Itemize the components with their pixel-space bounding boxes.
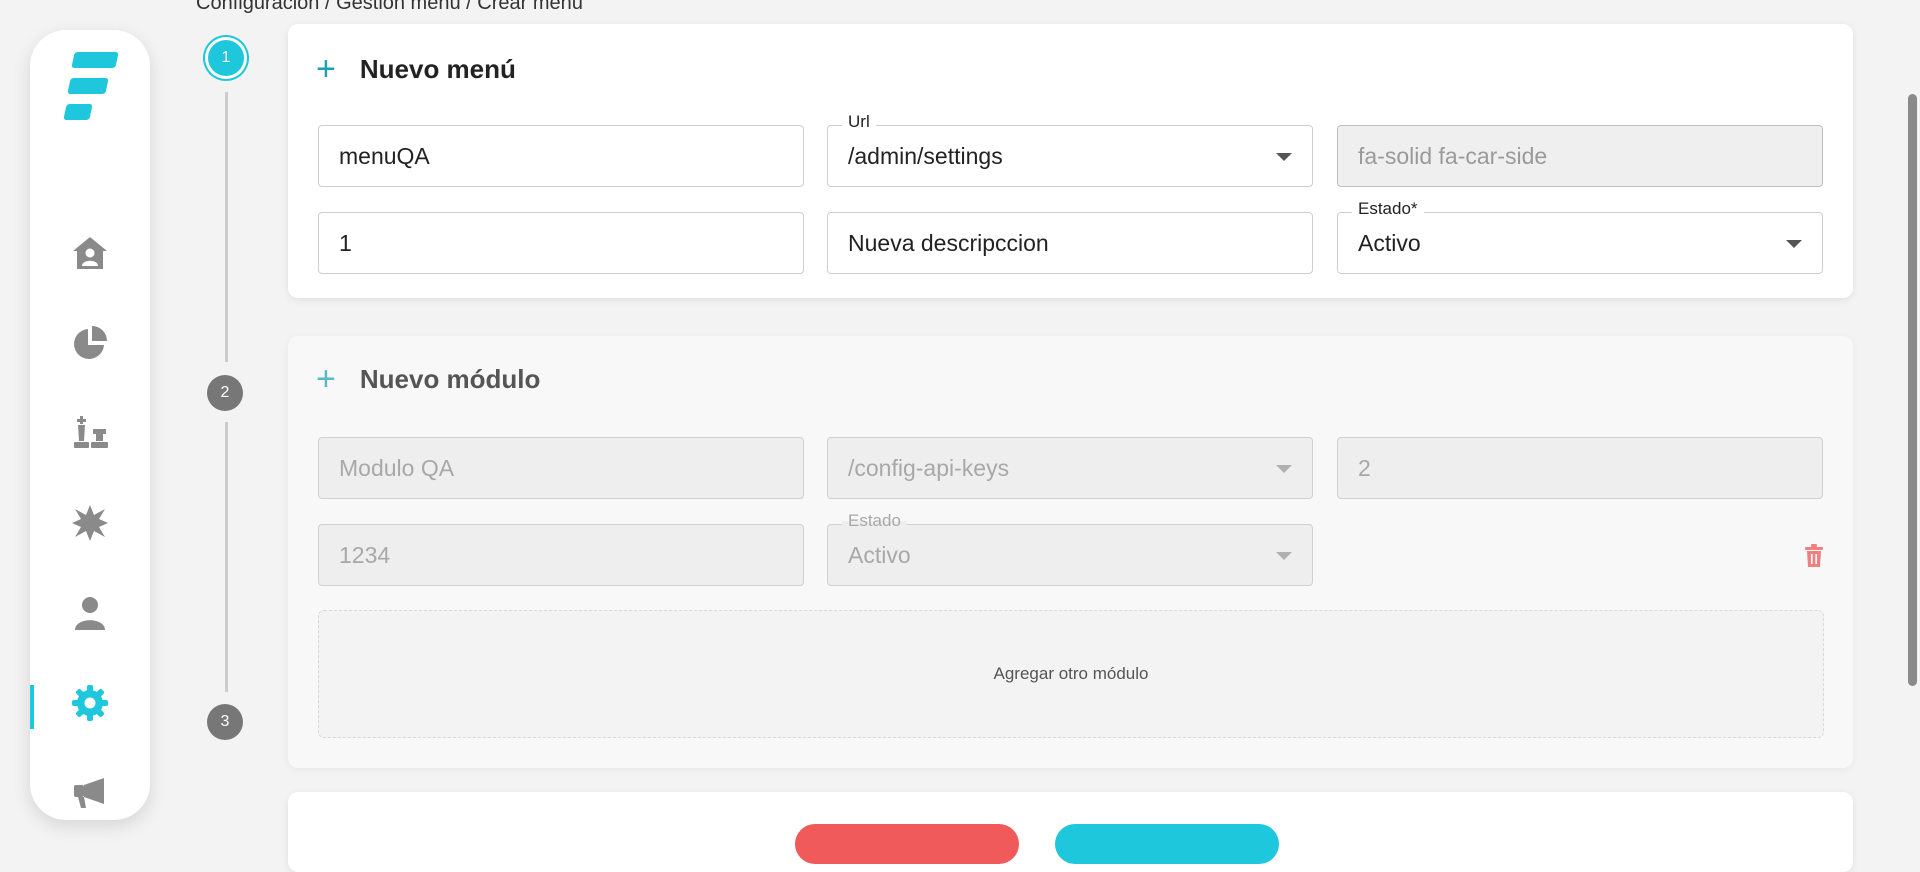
menu-order-value: 1 — [339, 229, 352, 256]
module-code-value: 1234 — [339, 541, 391, 568]
module-card: + Nuevo módulo Modulo QA /config-api-key… — [288, 336, 1853, 768]
sidebar-item-announcements[interactable] — [30, 763, 150, 823]
menu-icon-input[interactable]: fa-solid fa-car-side — [1337, 125, 1823, 187]
scrollbar[interactable] — [1906, 0, 1920, 834]
sidebar-item-settings[interactable] — [30, 673, 150, 733]
breadcrumb: Configuración / Gestión menú / Crear men… — [196, 0, 583, 14]
plus-icon[interactable]: + — [316, 52, 336, 86]
chevron-down-icon — [1276, 465, 1292, 473]
module-order-input[interactable]: 2 — [1337, 437, 1823, 499]
module-status-select[interactable]: Estado Activo — [827, 511, 1313, 586]
menu-url-select[interactable]: Url /admin/settings — [827, 112, 1313, 187]
menu-description-value: Nueva descripccion — [848, 229, 1049, 256]
menu-status-select[interactable]: Estado* Activo — [1337, 199, 1823, 274]
step-2-indicator: 2 — [207, 375, 243, 411]
sidebar-item-games[interactable] — [30, 403, 150, 463]
menu-card-title: Nuevo menú — [359, 53, 516, 84]
step-connector — [225, 422, 228, 692]
chevron-down-icon — [1786, 240, 1802, 248]
sidebar-item-features[interactable] — [30, 493, 150, 553]
menu-order-input[interactable]: 1 — [318, 212, 804, 274]
active-indicator — [30, 685, 34, 729]
chess-icon — [74, 416, 108, 448]
module-name-value: Modulo QA — [339, 454, 455, 481]
add-module-button[interactable]: Agregar otro módulo — [318, 610, 1824, 738]
step-1-indicator: 1 — [208, 40, 244, 76]
menu-url-label: Url — [842, 112, 876, 132]
module-card-header: + Nuevo módulo — [316, 362, 540, 396]
pie-chart-icon — [74, 326, 107, 359]
menu-name-value: menuQA — [339, 142, 430, 169]
trash-icon[interactable] — [1804, 544, 1824, 568]
step-3-indicator: 3 — [207, 704, 243, 740]
menu-description-input[interactable]: Nueva descripccion — [827, 212, 1313, 274]
burst-icon — [72, 505, 108, 541]
module-url-value: /config-api-keys — [848, 454, 1010, 481]
save-button[interactable] — [1055, 824, 1279, 864]
menu-icon-value: fa-solid fa-car-side — [1358, 142, 1548, 169]
actions-card — [288, 792, 1853, 872]
chevron-down-icon — [1276, 153, 1292, 161]
add-module-label: Agregar otro módulo — [993, 664, 1149, 683]
logo — [63, 52, 119, 120]
sidebar-item-home[interactable] — [30, 223, 150, 283]
cancel-button[interactable] — [795, 824, 1019, 864]
sidebar-item-users[interactable] — [30, 583, 150, 643]
menu-status-label: Estado* — [1352, 199, 1424, 219]
module-name-input[interactable]: Modulo QA — [318, 437, 804, 499]
megaphone-icon — [74, 778, 104, 808]
plus-icon[interactable]: + — [316, 362, 336, 396]
scrollbar-thumb[interactable] — [1908, 94, 1917, 686]
menu-name-input[interactable]: menuQA — [318, 125, 804, 187]
module-status-label: Estado — [842, 511, 907, 531]
gear-icon — [72, 685, 108, 721]
module-card-title: Nuevo módulo — [359, 363, 541, 394]
module-status-value: Activo — [848, 541, 911, 568]
sidebar-item-reports[interactable] — [30, 313, 150, 373]
menu-card-header: + Nuevo menú — [316, 52, 516, 86]
module-url-select[interactable]: /config-api-keys — [827, 437, 1313, 499]
module-order-value: 2 — [1358, 454, 1371, 481]
step-connector — [225, 92, 228, 362]
home-user-icon — [73, 237, 107, 269]
user-icon — [75, 597, 105, 630]
sidebar — [30, 30, 150, 820]
menu-url-value: /admin/settings — [848, 142, 1003, 169]
menu-status-value: Activo — [1358, 229, 1421, 256]
menu-card: + Nuevo menú menuQA Url /admin/settings … — [288, 24, 1853, 298]
chevron-down-icon — [1276, 552, 1292, 560]
module-code-input[interactable]: 1234 — [318, 524, 804, 586]
